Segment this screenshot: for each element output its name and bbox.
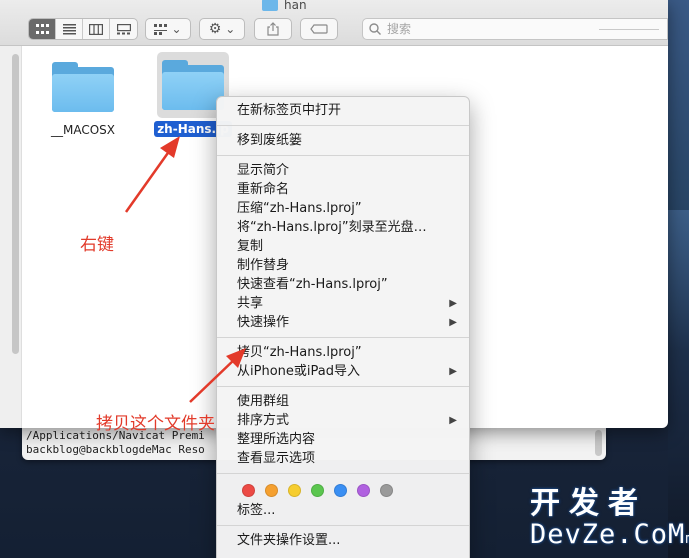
watermark-cn: 开发者 xyxy=(530,486,647,521)
tag-color-row xyxy=(217,479,469,501)
search-field[interactable] xyxy=(362,18,668,40)
tag-color-dot[interactable] xyxy=(265,483,278,497)
annotation-copy-folder: 拷贝这个文件夹 xyxy=(96,414,215,434)
menu-item-share[interactable]: 共享 ▶ xyxy=(217,294,469,313)
submenu-arrow-icon: ▶ xyxy=(449,366,457,377)
list-view-button[interactable] xyxy=(56,19,83,39)
menu-item-quick-look[interactable]: 快速查看“zh-Hans.lproj” xyxy=(217,275,469,294)
column-view-button[interactable] xyxy=(83,19,110,39)
menu-item-open-new-tab[interactable]: 在新标签页中打开 xyxy=(217,101,469,120)
watermark: 开发者 DevZe.CoMm xyxy=(530,488,689,558)
menu-item-rename[interactable]: 重新命名 xyxy=(217,180,469,199)
menu-item-duplicate[interactable]: 复制 xyxy=(217,237,469,256)
menu-item-sort-by[interactable]: 排序方式 ▶ xyxy=(217,411,469,430)
menu-item-compress[interactable]: 压缩“zh-Hans.lproj” xyxy=(217,199,469,218)
search-input[interactable] xyxy=(387,22,587,36)
menu-item-view-options[interactable]: 查看显示选项 xyxy=(217,449,469,468)
submenu-arrow-icon: ▶ xyxy=(449,298,457,309)
menu-separator xyxy=(217,525,469,526)
list-icon xyxy=(62,23,76,34)
search-icon xyxy=(369,23,381,35)
chevron-down-icon: ⌄ xyxy=(225,22,236,36)
icon-view-button[interactable] xyxy=(29,19,56,39)
menu-item-copy[interactable]: 拷贝“zh-Hans.lproj” xyxy=(217,343,469,362)
sidebar xyxy=(0,46,22,428)
grid-icon xyxy=(35,23,49,34)
tag-icon xyxy=(310,24,328,34)
sidebar-scrollbar[interactable] xyxy=(12,54,19,354)
menu-item-import-iphone[interactable]: 从iPhone或iPad导入 ▶ xyxy=(217,362,469,381)
menu-separator xyxy=(217,125,469,126)
menu-item-burn-disc[interactable]: 将“zh-Hans.lproj”刻录至光盘… xyxy=(217,218,469,237)
file-item-macosx[interactable]: __MACOSX xyxy=(38,62,128,138)
menu-item-quick-actions[interactable]: 快速操作 ▶ xyxy=(217,313,469,332)
share-button[interactable] xyxy=(254,18,292,40)
action-button[interactable]: ⚙ ⌄ xyxy=(199,18,245,40)
gallery-view-button[interactable] xyxy=(110,19,137,39)
menu-separator xyxy=(217,473,469,474)
view-mode-group xyxy=(28,18,138,40)
tag-color-dot[interactable] xyxy=(242,483,255,497)
menu-separator xyxy=(217,386,469,387)
group-by-button[interactable]: ⌄ xyxy=(145,18,191,40)
chevron-down-icon: ⌄ xyxy=(171,22,182,36)
finder-toolbar: han ⌄ ⚙ ⌄ xyxy=(0,0,668,46)
search-divider xyxy=(599,29,659,30)
group-grid-icon xyxy=(154,23,168,35)
folder-icon xyxy=(52,62,114,112)
desktop-wallpaper xyxy=(668,0,689,558)
annotation-right-click: 右键 xyxy=(80,235,114,255)
file-icon-wrap xyxy=(38,62,128,112)
menu-item-move-to-trash[interactable]: 移到废纸篓 xyxy=(217,131,469,150)
tag-color-dot[interactable] xyxy=(311,483,324,497)
watermark-en: DevZe.CoMm xyxy=(530,519,689,550)
menu-item-tags[interactable]: 标签... xyxy=(217,501,469,520)
folder-icon xyxy=(162,60,224,110)
gear-icon: ⚙ xyxy=(208,21,222,37)
gallery-icon xyxy=(116,23,131,34)
menu-separator xyxy=(217,337,469,338)
tag-color-dot[interactable] xyxy=(380,483,393,497)
terminal-scrollbar[interactable] xyxy=(595,430,602,456)
tag-color-dot[interactable] xyxy=(357,483,370,497)
menu-item-clean-up[interactable]: 整理所选内容 xyxy=(217,430,469,449)
menu-separator xyxy=(217,155,469,156)
file-name: __MACOSX xyxy=(50,123,115,137)
columns-icon xyxy=(89,23,103,35)
window-title: han xyxy=(262,0,307,13)
menu-item-folder-actions[interactable]: 文件夹操作设置... xyxy=(217,531,469,550)
menu-item-get-info[interactable]: 显示简介 xyxy=(217,161,469,180)
tag-button[interactable] xyxy=(300,18,338,40)
tag-color-dot[interactable] xyxy=(288,483,301,497)
window-title-text: han xyxy=(284,0,307,12)
submenu-arrow-icon: ▶ xyxy=(449,317,457,328)
submenu-arrow-icon: ▶ xyxy=(449,415,457,426)
share-icon xyxy=(267,22,279,36)
context-menu: 在新标签页中打开 移到废纸篓 显示简介 重新命名 压缩“zh-Hans.lpro… xyxy=(216,96,470,558)
menu-item-use-groups[interactable]: 使用群组 xyxy=(217,392,469,411)
folder-icon xyxy=(262,0,278,11)
menu-item-make-alias[interactable]: 制作替身 xyxy=(217,256,469,275)
tag-color-dot[interactable] xyxy=(334,483,347,497)
